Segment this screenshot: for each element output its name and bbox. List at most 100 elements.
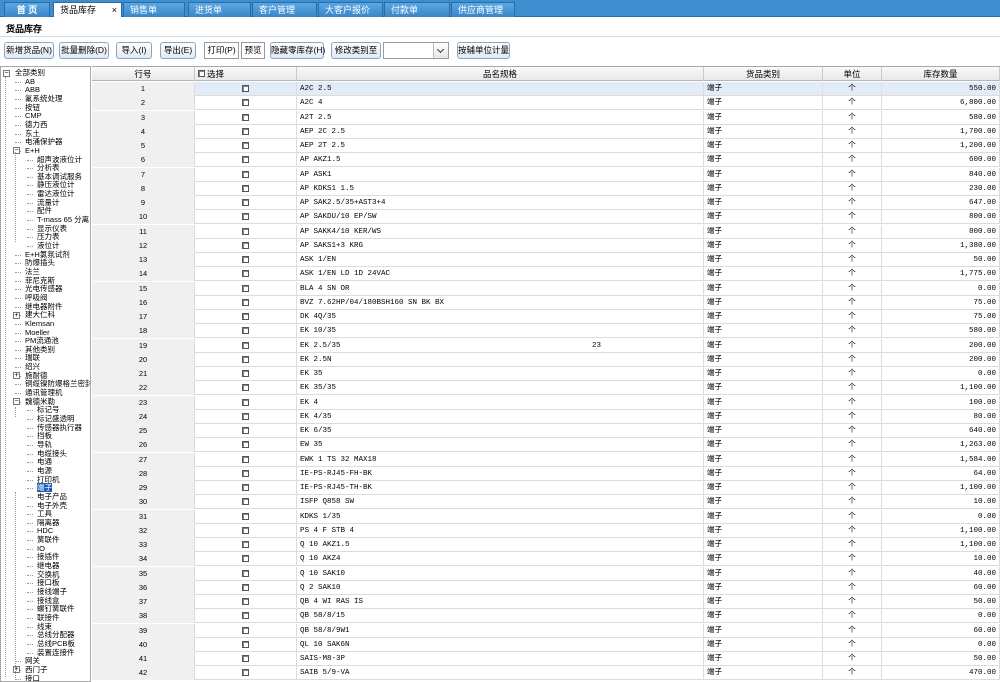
row-checkbox[interactable] <box>242 526 249 534</box>
row-checkbox[interactable] <box>242 398 249 406</box>
header-stock-qty[interactable]: 库存数量 <box>882 67 1000 81</box>
select-cell[interactable] <box>195 595 297 609</box>
row-checkbox[interactable] <box>242 355 249 363</box>
row-checkbox[interactable] <box>242 612 249 620</box>
select-cell[interactable] <box>195 238 297 253</box>
row-checkbox[interactable] <box>242 313 249 320</box>
select-cell[interactable] <box>195 381 297 396</box>
row-checkbox[interactable] <box>242 484 249 491</box>
tab-0[interactable]: 首 页 <box>4 2 50 17</box>
select-cell[interactable] <box>195 267 297 282</box>
batch-delete-button[interactable]: 批量删除(D) <box>59 42 109 59</box>
row-checkbox[interactable] <box>242 127 249 135</box>
expand-icon[interactable]: + <box>13 311 20 319</box>
table-row[interactable]: 22 EK 35/35 端子个 1,100.00 <box>92 381 1000 396</box>
select-cell[interactable] <box>195 481 297 495</box>
table-row[interactable]: 26 EW 35 端子个 1,263.00 <box>92 438 1000 453</box>
row-checkbox[interactable] <box>242 199 249 206</box>
table-row[interactable]: 28 IE-PS-RJ45-FH-BK 端子个 64.00 <box>92 466 1000 481</box>
select-cell[interactable] <box>195 253 297 267</box>
select-cell[interactable] <box>195 523 297 538</box>
row-checkbox[interactable] <box>242 327 249 335</box>
select-cell[interactable] <box>195 338 297 353</box>
select-cell[interactable] <box>195 395 297 410</box>
table-row[interactable]: 17 DK 4Q/35 端子个 75.00 <box>92 310 1000 325</box>
table-row[interactable]: 35 Q 10 SAK10 端子个 40.00 <box>92 566 1000 581</box>
select-cell[interactable] <box>195 352 297 367</box>
row-checkbox[interactable] <box>242 284 249 292</box>
select-cell[interactable] <box>195 124 297 139</box>
row-checkbox[interactable] <box>242 455 249 463</box>
select-cell[interactable] <box>195 295 297 310</box>
row-checkbox[interactable] <box>242 298 249 306</box>
import-button[interactable]: 导入(I) <box>116 42 152 59</box>
tab-5[interactable]: 大客户报价 <box>318 2 383 17</box>
tab-1[interactable]: 货品库存 × <box>53 2 122 17</box>
table-row[interactable]: 10 AP SAKDU/10 EP/SW 端子个 800.00 <box>92 210 1000 225</box>
table-row[interactable]: 11 AP SAKK4/10 KER/WS 端子个 800.00 <box>92 224 1000 239</box>
table-row[interactable]: 15 BLA 4 SN OR 端子个 0.00 <box>92 281 1000 296</box>
table-row[interactable]: 7 AP ASK1 端子个 840.00 <box>92 167 1000 182</box>
select-cell[interactable] <box>195 324 297 339</box>
select-cell[interactable] <box>195 637 297 652</box>
select-cell[interactable] <box>195 367 297 381</box>
table-row[interactable]: 38 QB 58/8/15 端子个 0.00 <box>92 609 1000 624</box>
tree-node[interactable]: 接口 <box>25 674 40 681</box>
select-cell[interactable] <box>195 438 297 453</box>
table-row[interactable]: 34 Q 10 AKZ4 端子个 10.00 <box>92 552 1000 567</box>
row-checkbox[interactable] <box>242 113 249 121</box>
select-cell[interactable] <box>195 167 297 182</box>
header-product-name[interactable]: 品名规格 <box>297 67 704 81</box>
select-cell[interactable] <box>195 153 297 168</box>
table-row[interactable]: 30 ISFP Q858 SW 端子个 10.00 <box>92 495 1000 510</box>
select-cell[interactable] <box>195 452 297 467</box>
select-cell[interactable] <box>195 424 297 438</box>
table-row[interactable]: 3 A2T 2.5 端子个 580.00 <box>92 110 1000 125</box>
header-select[interactable]: 选择 <box>195 67 297 81</box>
table-row[interactable]: 19 EK 2.5/35 端子个 200.00 23 <box>92 338 1000 353</box>
row-checkbox[interactable] <box>242 384 249 392</box>
select-cell[interactable] <box>195 509 297 524</box>
row-checkbox[interactable] <box>242 184 249 192</box>
select-all-checkbox[interactable] <box>198 70 205 77</box>
export-button[interactable]: 导出(E) <box>160 42 196 59</box>
row-checkbox[interactable] <box>242 626 249 634</box>
table-row[interactable]: 25 EK 6/35 端子个 640.00 <box>92 424 1000 439</box>
table-row[interactable]: 4 AEP 2C 2.5 端子个 1,700.00 <box>92 124 1000 139</box>
row-checkbox[interactable] <box>242 142 249 149</box>
close-icon[interactable]: × <box>112 3 117 17</box>
row-checkbox[interactable] <box>242 370 249 377</box>
select-cell[interactable] <box>195 210 297 225</box>
row-checkbox[interactable] <box>242 99 249 107</box>
select-cell[interactable] <box>195 666 297 681</box>
table-row[interactable]: 36 Q 2 SAK10 端子个 60.00 <box>92 580 1000 595</box>
row-checkbox[interactable] <box>242 213 249 221</box>
row-checkbox[interactable] <box>242 156 249 164</box>
table-row[interactable]: 8 AP KDKS1 1.5 端子个 230.00 <box>92 181 1000 196</box>
table-row[interactable]: 2 A2C 4 端子个 6,800.00 <box>92 96 1000 111</box>
tab-3[interactable]: 进货单 <box>188 2 251 17</box>
aux-unit-button[interactable]: 按辅单位计量 <box>457 42 510 59</box>
select-cell[interactable] <box>195 82 297 96</box>
table-row[interactable]: 29 IE-PS-RJ45-TH-BK 端子个 1,100.00 <box>92 481 1000 496</box>
table-row[interactable]: 39 QB 58/8/9W1 端子个 60.00 <box>92 623 1000 638</box>
hide-zero-stock-button[interactable]: 隐藏零库存(H) <box>270 42 325 59</box>
row-checkbox[interactable] <box>242 441 249 449</box>
preview-button[interactable]: 预览 <box>241 42 265 59</box>
row-checkbox[interactable] <box>242 412 249 420</box>
table-row[interactable]: 21 EK 35 端子个 0.00 <box>92 367 1000 382</box>
collapse-icon[interactable]: − <box>13 398 20 406</box>
table-row[interactable]: 18 EK 10/35 端子个 580.00 <box>92 324 1000 339</box>
row-checkbox[interactable] <box>242 640 249 648</box>
select-cell[interactable] <box>195 552 297 567</box>
select-cell[interactable] <box>195 224 297 239</box>
row-checkbox[interactable] <box>242 85 249 92</box>
table-row[interactable]: 41 SAIS-M8-3P 端子个 50.00 <box>92 652 1000 667</box>
select-cell[interactable] <box>195 566 297 581</box>
select-cell[interactable] <box>195 580 297 595</box>
table-row[interactable]: 9 AP SAK2.5/35+AST3+4 端子个 647.00 <box>92 196 1000 211</box>
tab-6[interactable]: 付款单 <box>384 2 450 17</box>
select-cell[interactable] <box>195 623 297 638</box>
table-row[interactable]: 40 QL 10 SAK6N 端子个 0.00 <box>92 637 1000 652</box>
chevron-down-icon[interactable] <box>433 43 448 58</box>
